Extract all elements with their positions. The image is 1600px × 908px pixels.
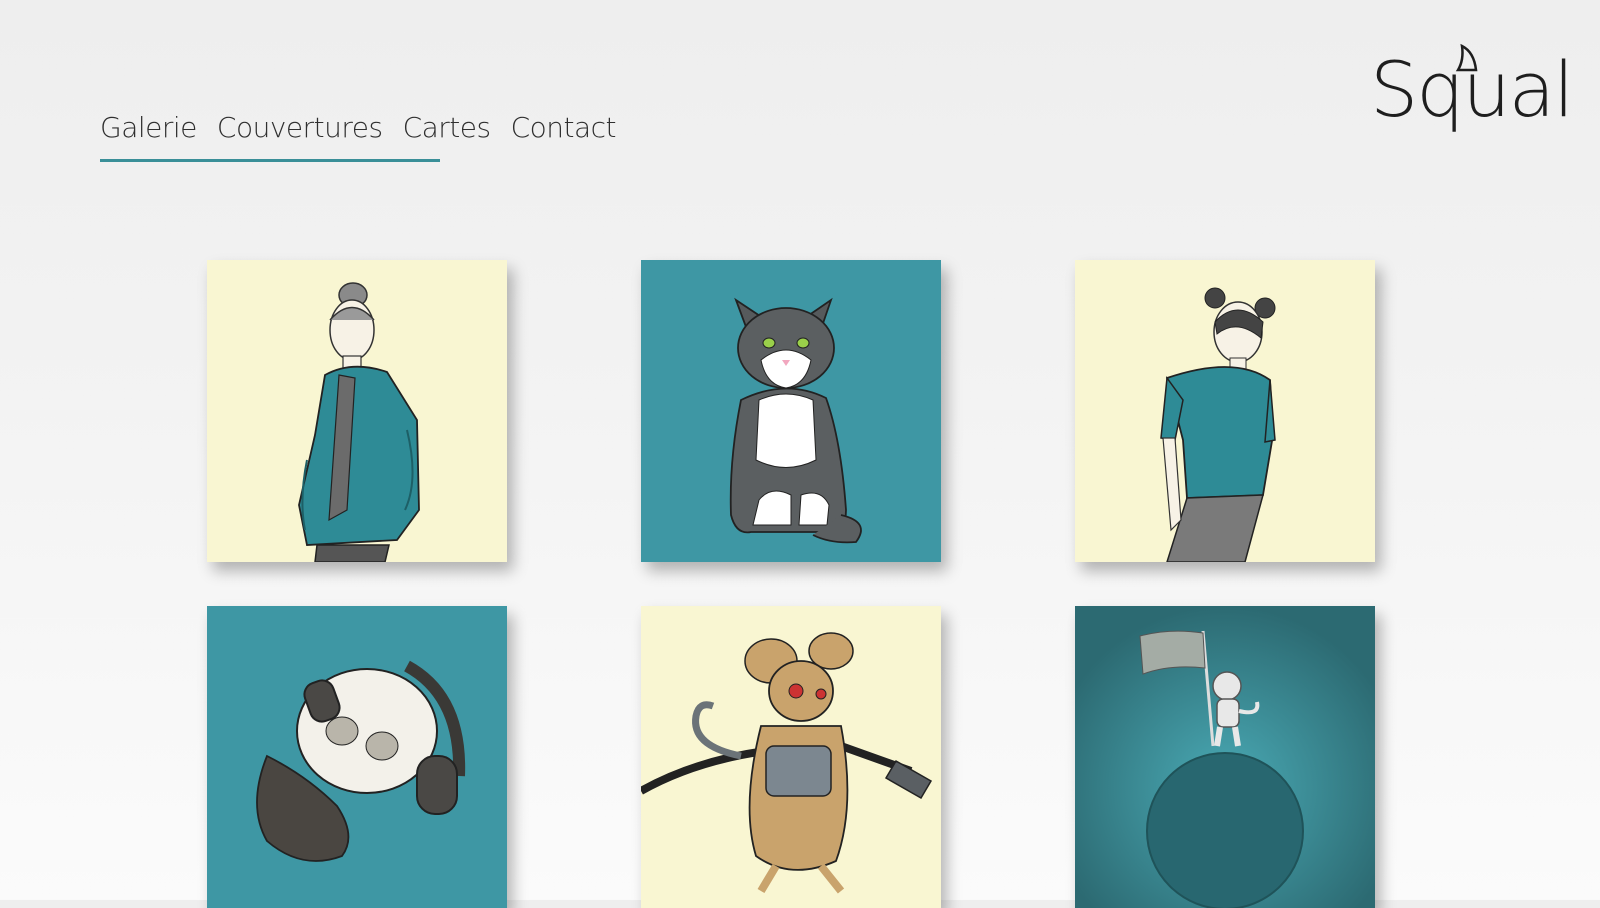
- nav-active-underline: [100, 159, 440, 162]
- gallery-item-woman-jacket[interactable]: [207, 260, 507, 562]
- skull-headphones-illustration: [256, 660, 466, 862]
- gallery-item-skull[interactable]: [207, 606, 507, 908]
- nav-contact[interactable]: Contact: [511, 108, 617, 148]
- cat-illustration: [729, 297, 862, 544]
- woman-jacket-illustration: [298, 282, 420, 562]
- gallery-item-cyborg-mouse[interactable]: [641, 606, 941, 908]
- cyborg-mouse-illustration: [641, 632, 933, 894]
- logo[interactable]: Squal: [1370, 40, 1574, 140]
- nav-cartes[interactable]: Cartes: [403, 108, 492, 148]
- woman-buns-illustration: [1160, 287, 1276, 562]
- main-nav: Galerie Couvertures Cartes Contact: [100, 108, 617, 148]
- nav-couvertures[interactable]: Couvertures: [217, 108, 383, 148]
- gallery-item-astronaut[interactable]: [1075, 606, 1375, 908]
- gallery-item-cat[interactable]: [641, 260, 941, 562]
- gallery-item-woman-buns[interactable]: [1075, 260, 1375, 562]
- astronaut-planet-illustration: [1075, 606, 1375, 908]
- nav-galerie[interactable]: Galerie: [100, 108, 197, 148]
- logo-text: Squal: [1370, 45, 1574, 134]
